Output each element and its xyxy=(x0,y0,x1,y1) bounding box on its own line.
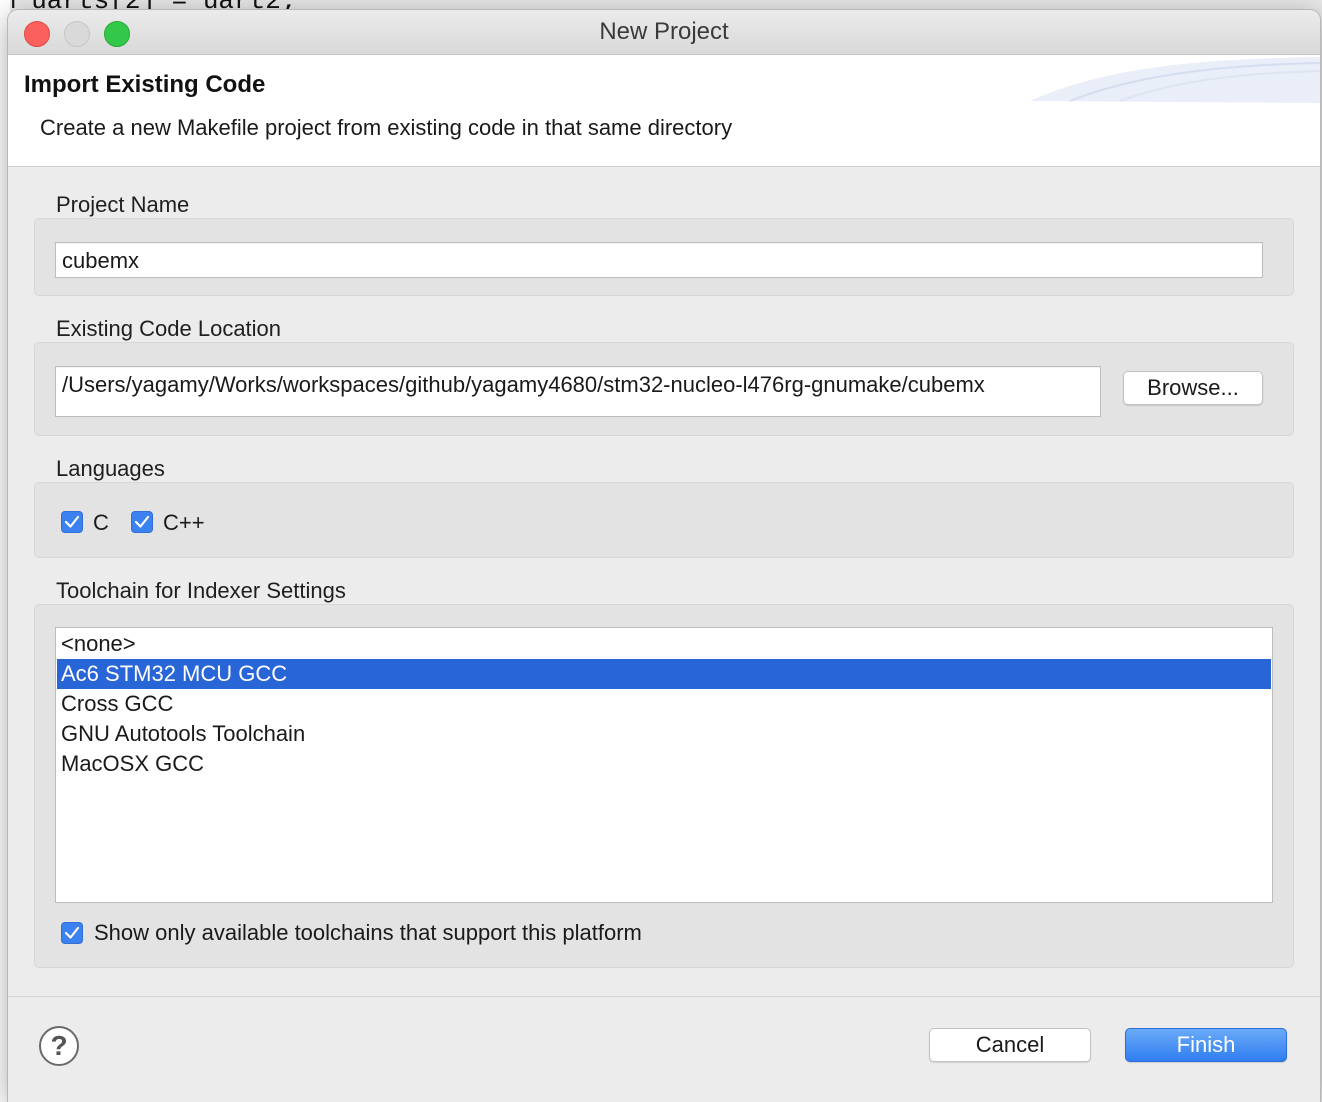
languages-group: C C++ xyxy=(34,482,1294,558)
code-location-label: Existing Code Location xyxy=(56,316,282,341)
footer-divider xyxy=(8,996,1320,997)
toolchain-item-gnu-autotools[interactable]: GNU Autotools Toolchain xyxy=(57,719,1271,749)
toolchain-item-cross-gcc[interactable]: Cross GCC xyxy=(57,689,1271,719)
language-c-label: C xyxy=(93,510,109,535)
wizard-title: Import Existing Code xyxy=(24,71,266,98)
language-cpp-checkbox[interactable] xyxy=(131,511,153,533)
checkmark-icon xyxy=(134,515,150,528)
title-bar: New Project xyxy=(8,10,1320,55)
project-name-input[interactable]: cubemx xyxy=(55,242,1263,278)
banner-decoration-icon xyxy=(1030,57,1320,103)
show-available-toolchains-label: Show only available toolchains that supp… xyxy=(94,920,642,945)
checkmark-icon xyxy=(64,515,80,528)
toolchain-list[interactable]: <none> Ac6 STM32 MCU GCC Cross GCC GNU A… xyxy=(55,627,1273,903)
languages-label: Languages xyxy=(56,456,165,481)
finish-button[interactable]: Finish xyxy=(1125,1028,1287,1062)
toolchain-item-macosx-gcc[interactable]: MacOSX GCC xyxy=(57,749,1271,779)
browse-button[interactable]: Browse... xyxy=(1123,371,1263,405)
checkmark-icon xyxy=(64,926,80,939)
toolchain-item-ac6-stm32[interactable]: Ac6 STM32 MCU GCC xyxy=(57,659,1271,689)
code-location-group: /Users/yagamy/Works/workspaces/github/ya… xyxy=(34,342,1294,436)
project-name-label: Project Name xyxy=(56,192,190,217)
language-c-checkbox[interactable] xyxy=(61,511,83,533)
window-title: New Project xyxy=(599,18,729,45)
toolchain-item-none[interactable]: <none> xyxy=(57,629,1271,659)
show-available-toolchains-checkbox[interactable] xyxy=(61,922,83,944)
help-button[interactable]: ? xyxy=(39,1026,79,1066)
wizard-description: Create a new Makefile project from exist… xyxy=(40,115,733,140)
wizard-header: Import Existing Code Create a new Makefi… xyxy=(8,55,1320,167)
code-location-input[interactable]: /Users/yagamy/Works/workspaces/github/ya… xyxy=(55,366,1101,417)
toolchain-label: Toolchain for Indexer Settings xyxy=(56,578,346,603)
new-project-dialog: New Project Import Existing Code Create … xyxy=(8,10,1320,1102)
cancel-button[interactable]: Cancel xyxy=(929,1028,1091,1062)
project-name-group: cubemx xyxy=(34,218,1294,296)
question-mark-icon: ? xyxy=(50,1030,68,1061)
language-cpp-label: C++ xyxy=(163,510,205,535)
